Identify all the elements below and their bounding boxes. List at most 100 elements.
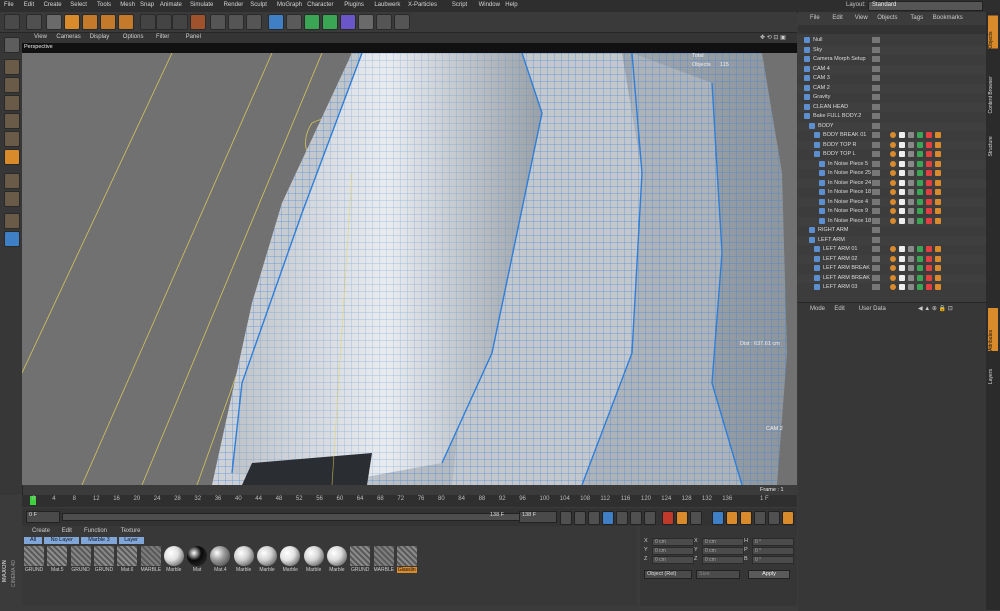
object-row[interactable]: CLEAN HEAD xyxy=(798,102,986,112)
object-visibility-icon[interactable] xyxy=(872,265,880,271)
menu-item-plugins[interactable]: Plugins xyxy=(344,2,364,8)
object-tag-icon[interactable] xyxy=(917,141,923,148)
viewport-menu-display[interactable]: Display xyxy=(90,34,110,40)
object-visibility-icon[interactable] xyxy=(872,46,880,53)
coord-field[interactable]: 0 cm xyxy=(702,547,744,555)
viewport-menu-panel[interactable]: Panel xyxy=(186,34,201,40)
object-tag-icon[interactable] xyxy=(890,274,896,281)
material-swatch[interactable]: Marble xyxy=(303,546,324,576)
object-tag-icon[interactable] xyxy=(926,189,932,195)
camera-icon[interactable] xyxy=(376,14,392,30)
light-icon[interactable] xyxy=(394,14,410,30)
object-visibility-icon[interactable] xyxy=(872,274,880,281)
menu-item-tools[interactable]: Tools xyxy=(97,2,111,8)
live-select-icon[interactable] xyxy=(46,14,62,30)
right-tab-attributes[interactable]: Attributes xyxy=(988,308,998,351)
object-tag-icon[interactable] xyxy=(899,246,905,252)
object-menu-tags[interactable]: Tags xyxy=(910,15,923,21)
object-row[interactable]: Bake FULL BODY.2 xyxy=(798,112,986,121)
material-swatch[interactable]: Marble xyxy=(326,546,347,576)
object-row[interactable]: Camera Morph Setup xyxy=(798,55,986,64)
object-tag-icon[interactable] xyxy=(917,217,923,224)
object-tag-icon[interactable] xyxy=(926,274,932,281)
object-tag-icon[interactable] xyxy=(926,160,932,167)
object-row[interactable]: Null xyxy=(798,36,986,45)
object-tag-icon[interactable] xyxy=(899,198,905,205)
rotate-icon[interactable] xyxy=(100,14,116,30)
edit-render-settings-icon[interactable] xyxy=(246,14,262,30)
render-view-icon[interactable] xyxy=(210,14,226,30)
object-tag-icon[interactable] xyxy=(890,189,896,195)
object-tag-icon[interactable] xyxy=(917,255,923,262)
object-row[interactable]: LEFT ARM BREAK xyxy=(798,273,986,283)
material-swatch[interactable]: GRUND xyxy=(70,546,91,576)
object-tag-icon[interactable] xyxy=(917,151,923,157)
layout-select[interactable]: Standard xyxy=(868,1,983,11)
object-tag-icon[interactable] xyxy=(926,217,932,224)
menu-item-mograph[interactable]: MoGraph xyxy=(277,2,302,8)
object-visibility-icon[interactable] xyxy=(872,208,880,214)
object-visibility-icon[interactable] xyxy=(872,151,880,157)
object-tag-icon[interactable] xyxy=(935,246,941,252)
object-row[interactable]: In Noise Piece 5 xyxy=(798,159,986,169)
object-tag-icon[interactable] xyxy=(899,189,905,195)
object-menu-edit[interactable]: Edit xyxy=(832,15,842,21)
object-row[interactable]: LEFT ARM 01 xyxy=(798,245,986,254)
object-tag-icon[interactable] xyxy=(926,170,932,176)
object-tag-icon[interactable] xyxy=(917,274,923,281)
object-tag-icon[interactable] xyxy=(908,132,914,138)
object-row[interactable]: LEFT ARM xyxy=(798,235,986,245)
key-rotation-icon[interactable] xyxy=(740,511,752,525)
object-tag-icon[interactable] xyxy=(908,179,914,186)
object-visibility-icon[interactable] xyxy=(872,246,880,252)
right-tab-objects[interactable]: Objects xyxy=(988,16,998,49)
object-tag-icon[interactable] xyxy=(935,198,941,205)
object-tag-icon[interactable] xyxy=(908,189,914,195)
viewport-nav-icon[interactable]: ✥ ⟲ ⊡ ▣ xyxy=(760,34,786,41)
coord-size-select[interactable]: Size xyxy=(696,570,740,579)
cube-icon[interactable] xyxy=(268,14,284,30)
material-swatch[interactable]: Marble xyxy=(280,546,301,576)
object-visibility-icon[interactable] xyxy=(872,56,880,62)
object-visibility-icon[interactable] xyxy=(872,217,880,224)
object-tag-icon[interactable] xyxy=(899,217,905,224)
menu-item-create[interactable]: Create xyxy=(44,2,62,8)
object-tag-icon[interactable] xyxy=(926,132,932,138)
material-swatch[interactable]: Marble xyxy=(257,546,277,576)
object-visibility-icon[interactable] xyxy=(872,227,880,233)
play-icon[interactable] xyxy=(602,511,614,525)
material-swatch[interactable]: MARBLE xyxy=(140,546,161,576)
y-axis-icon[interactable] xyxy=(156,14,172,30)
make-editable-icon[interactable] xyxy=(4,37,20,53)
object-tag-icon[interactable] xyxy=(917,246,923,252)
object-tag-icon[interactable] xyxy=(899,179,905,186)
object-tag-icon[interactable] xyxy=(917,179,923,186)
object-tag-icon[interactable] xyxy=(908,284,914,290)
object-tag-icon[interactable] xyxy=(890,265,896,271)
object-tag-icon[interactable] xyxy=(908,208,914,214)
menu-item-x-particles[interactable]: X-Particles xyxy=(408,2,437,8)
polygons-mode-icon[interactable] xyxy=(4,149,20,165)
right-tab-layers[interactable]: Layers xyxy=(988,355,998,384)
object-visibility-icon[interactable] xyxy=(872,170,880,176)
object-row[interactable]: Sky xyxy=(798,45,986,55)
object-tag-icon[interactable] xyxy=(935,141,941,148)
object-tag-icon[interactable] xyxy=(899,160,905,167)
material-swatch[interactable]: Marble xyxy=(163,546,184,576)
object-tag-icon[interactable] xyxy=(890,217,896,224)
object-visibility-icon[interactable] xyxy=(872,160,880,167)
object-tag-icon[interactable] xyxy=(908,198,914,205)
object-tag-icon[interactable] xyxy=(899,151,905,157)
object-tag-icon[interactable] xyxy=(926,246,932,252)
prev-frame-icon[interactable] xyxy=(588,511,600,525)
object-tag-icon[interactable] xyxy=(890,246,896,252)
object-tag-icon[interactable] xyxy=(917,208,923,214)
attribute-menu-mode[interactable]: Mode xyxy=(810,306,825,312)
subdivision-icon[interactable] xyxy=(304,14,320,30)
move-icon[interactable] xyxy=(64,14,80,30)
object-row[interactable]: Gravity xyxy=(798,93,986,102)
object-visibility-icon[interactable] xyxy=(872,113,880,119)
object-row[interactable]: CAM 3 xyxy=(798,74,986,83)
object-visibility-icon[interactable] xyxy=(872,255,880,262)
object-tag-icon[interactable] xyxy=(935,189,941,195)
